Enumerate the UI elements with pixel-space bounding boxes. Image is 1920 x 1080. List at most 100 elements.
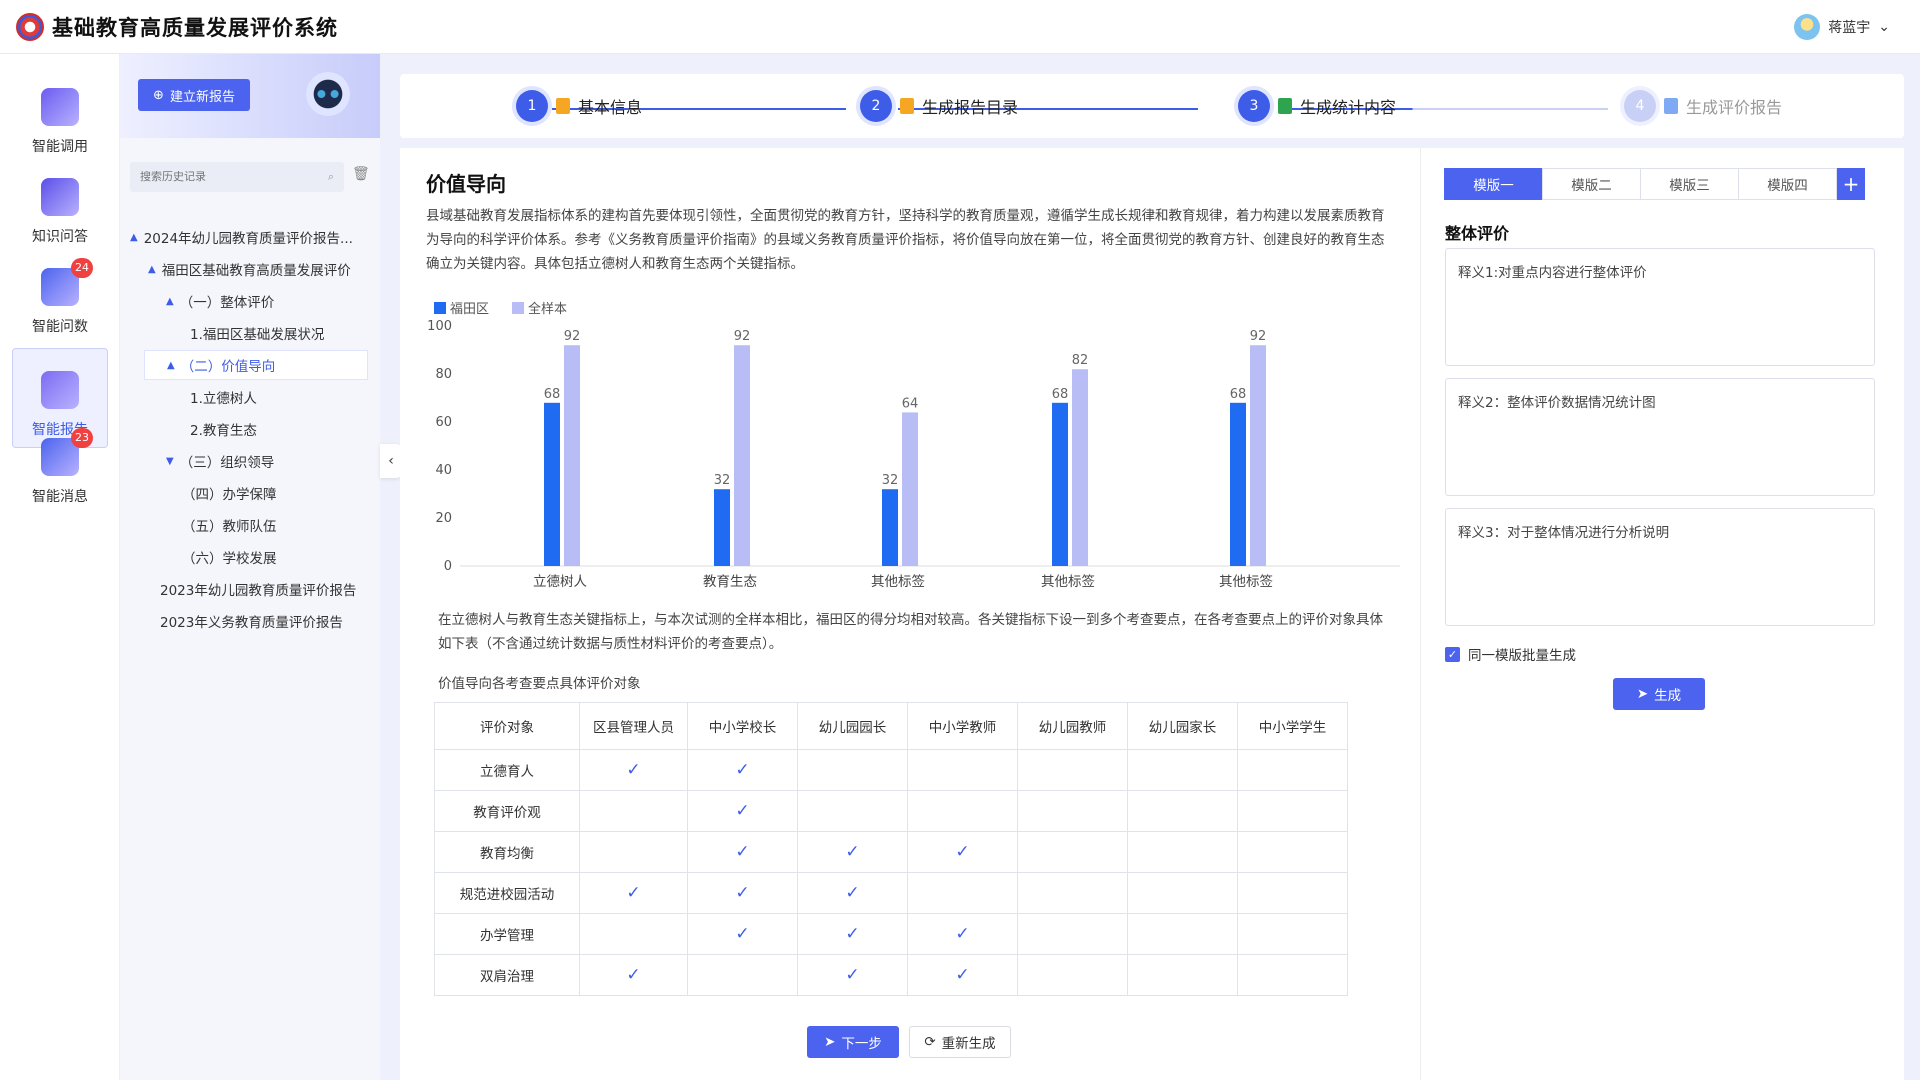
tree-arrow-icon: ▼	[166, 455, 174, 467]
logo-icon	[16, 12, 44, 41]
chat-icon: 23	[41, 428, 93, 476]
generate-label: 生成	[1654, 688, 1682, 704]
notification-badge: 24	[71, 258, 93, 278]
bar	[714, 489, 730, 566]
box-icon	[41, 88, 79, 126]
tree-node[interactable]: 2023年幼儿园教育质量评价报告	[160, 576, 356, 602]
note-field[interactable]: 释义1:对重点内容进行整体评价	[1445, 248, 1875, 366]
report-icon	[41, 371, 79, 409]
bar	[1052, 402, 1068, 566]
nav-item[interactable]: 24 智能问数	[12, 246, 108, 346]
table-cell: ✓	[797, 831, 908, 873]
report-sidebar: ⊕ 建立新报告 ⌕ 🗑 ▲ 2024年幼儿园教育质量评价报告... ▲ 福田区基础教育…	[120, 54, 380, 1080]
batch-option: ✓ 同一模版批量生成	[1445, 644, 1576, 664]
user-name: 蒋蓝宇	[1828, 20, 1871, 36]
tree-node[interactable]: 2.教育生态	[190, 416, 257, 442]
tree-node-label: 2023年幼儿园教育质量评价报告	[160, 583, 357, 599]
note-field[interactable]: 释义2：整体评价数据情况统计图	[1445, 378, 1875, 496]
nav-label: 智能消息	[32, 489, 88, 505]
step-icon	[900, 98, 914, 114]
table-cell	[1237, 790, 1348, 832]
template-tab[interactable]: 模版四	[1738, 168, 1837, 200]
tree-node-label: 2024年幼儿园教育质量评价报告...	[143, 231, 353, 247]
nav-label: 智能问数	[32, 319, 88, 335]
check-icon: ✓	[845, 842, 860, 862]
tree-node[interactable]: 1.福田区基础发展状况	[190, 320, 324, 346]
legend-swatch	[512, 302, 524, 314]
bar	[734, 345, 750, 566]
collapse-sidebar-button[interactable]: ‹	[380, 444, 402, 478]
tree-node[interactable]: ▲ （二）价值导向	[144, 350, 368, 380]
tree-node[interactable]: （六）学校发展	[182, 544, 277, 570]
batch-checkbox[interactable]: ✓	[1445, 646, 1460, 662]
data-label: 68	[544, 387, 561, 402]
check-icon: ✓	[735, 842, 750, 862]
table-cell	[1017, 749, 1128, 791]
table-cell	[579, 790, 688, 832]
table-cell	[579, 831, 688, 873]
next-step-button[interactable]: ➤ 下一步	[807, 1026, 899, 1058]
table-cell: ✓	[579, 954, 688, 996]
tree-node[interactable]: ▼ （三）组织领导	[166, 448, 274, 474]
nav-item[interactable]: 智能调用	[12, 66, 108, 166]
search-icon[interactable]: ⌕	[328, 170, 334, 184]
data-label: 68	[1052, 387, 1069, 402]
template-panel: 模版一 模版二 模版三 模版四 + 整体评价 释义1:对重点内容进行整体评价 释义2：整体…	[1420, 148, 1904, 1080]
tree-node[interactable]: ▲ 福田区基础教育高质量发展评价	[148, 256, 351, 282]
table-cell	[907, 872, 1018, 914]
table-cell: ✓	[687, 790, 798, 832]
table-cell: ✓	[579, 872, 688, 914]
template-tab[interactable]: 模版二	[1542, 168, 1641, 200]
tree-node[interactable]: 2023年义务教育质量评价报告	[160, 608, 343, 634]
nav-label: 知识问答	[32, 229, 88, 245]
data-label: 92	[564, 329, 581, 344]
check-icon: ✓	[845, 924, 860, 944]
data-label: 82	[1072, 353, 1089, 368]
y-tick-label: 60	[435, 415, 452, 430]
tree-node-label: （六）学校发展	[182, 551, 277, 567]
tree-node[interactable]: （四）办学保障	[182, 480, 277, 506]
tree-node[interactable]: ▲ 2024年幼儿园教育质量评价报告...	[130, 224, 353, 250]
template-tab[interactable]: 模版一	[1444, 168, 1543, 200]
step-4[interactable]: 4 生成评价报告	[1624, 90, 1782, 122]
check-icon: ✓	[735, 883, 750, 903]
table-cell	[1127, 913, 1238, 955]
step-2[interactable]: 2 生成报告目录	[860, 90, 1018, 122]
nav-item[interactable]: 知识问答	[12, 156, 108, 256]
tree-node[interactable]: 1.立德树人	[190, 384, 257, 410]
step-label: 生成统计内容	[1300, 98, 1397, 117]
check-icon: ✓	[955, 924, 970, 944]
tree-node-label: （二）价值导向	[180, 359, 276, 375]
send-icon: ➤	[1636, 686, 1649, 702]
trash-icon[interactable]: 🗑	[352, 166, 370, 182]
legend-label: 全样本	[528, 301, 567, 317]
section-title: 价值导向	[426, 172, 506, 196]
data-label: 64	[902, 396, 919, 411]
step-3[interactable]: 3 生成统计内容	[1238, 90, 1396, 122]
nav-item[interactable]: 23 智能消息	[12, 416, 108, 516]
user-menu[interactable]: 蒋蓝宇 ⌄	[1794, 14, 1890, 40]
bar	[544, 402, 560, 566]
bar	[882, 489, 898, 566]
regenerate-button[interactable]: ⟳ 重新生成	[909, 1026, 1011, 1058]
document-icon	[41, 178, 79, 216]
template-tabs: 模版一 模版二 模版三 模版四 +	[1444, 168, 1865, 200]
generate-button[interactable]: ➤ 生成	[1613, 678, 1705, 710]
tree-node[interactable]: （五）教师队伍	[182, 512, 277, 538]
table-row: 立德育人 ✓ ✓	[434, 749, 1348, 791]
add-template-button[interactable]: +	[1837, 168, 1865, 200]
table-row: 双肩治理 ✓ ✓ ✓	[434, 954, 1348, 996]
check-icon: ✓	[735, 760, 750, 780]
new-report-button[interactable]: ⊕ 建立新报告	[138, 79, 250, 111]
table-cell: ✓	[907, 831, 1018, 873]
note-field[interactable]: 释义3：对于整体情况进行分析说明	[1445, 508, 1875, 626]
template-tab[interactable]: 模版三	[1640, 168, 1739, 200]
row-name: 规范进校园活动	[434, 872, 580, 914]
table-cell	[797, 749, 908, 791]
tree-node[interactable]: ▲ （一）整体评价	[166, 288, 274, 314]
table-cell	[1127, 872, 1238, 914]
step-1[interactable]: 1 基本信息	[516, 90, 642, 122]
history-search-input[interactable]	[140, 171, 300, 183]
table-header: 中小学教师	[907, 702, 1018, 750]
row-name: 教育均衡	[434, 831, 580, 873]
